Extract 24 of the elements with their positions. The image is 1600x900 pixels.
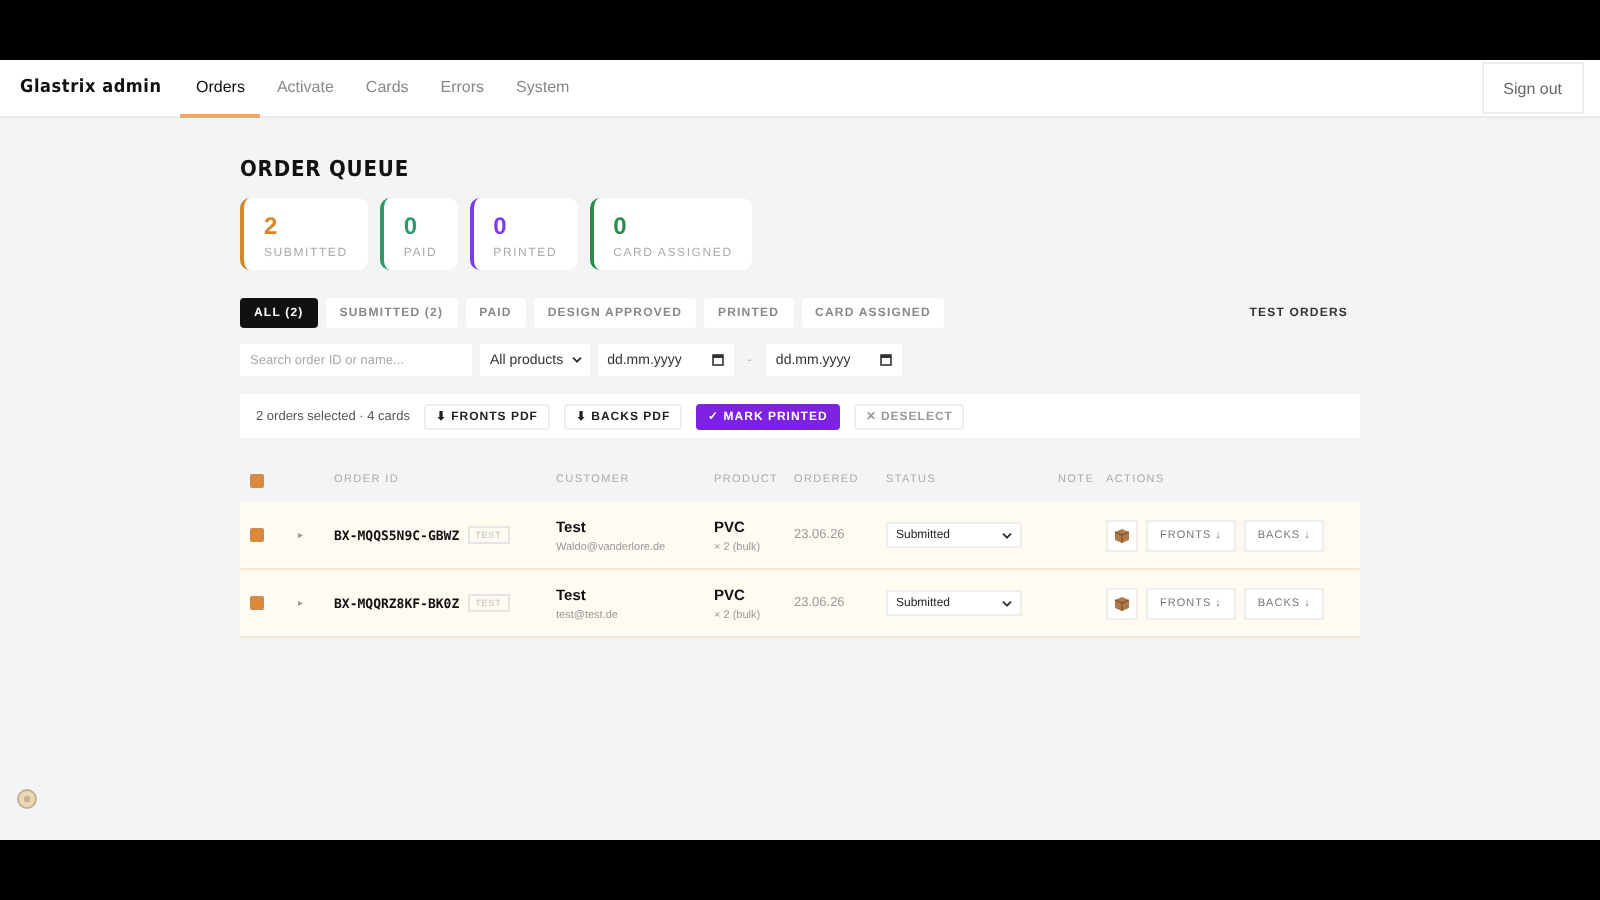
nav-tab[interactable]: Errors xyxy=(424,59,501,117)
calendar-icon xyxy=(711,354,724,366)
chevron-icon xyxy=(571,356,582,364)
nav-tab[interactable]: Activate xyxy=(260,59,350,117)
package-button[interactable] xyxy=(1106,587,1138,619)
app-title: Glastrix admin xyxy=(20,78,164,98)
select-all-checkbox[interactable] xyxy=(250,473,264,487)
sign-out-button[interactable]: Sign out xyxy=(1481,62,1584,114)
chevron-icon xyxy=(1002,599,1012,607)
chevron-icon xyxy=(1002,531,1012,539)
stat-value: 0 xyxy=(613,212,629,240)
row-checkbox[interactable] xyxy=(250,596,264,610)
nav-tab[interactable]: Orders xyxy=(180,59,261,117)
package-button[interactable] xyxy=(1106,519,1138,551)
box-icon xyxy=(1114,595,1130,611)
stat-value: 0 xyxy=(493,212,509,240)
row-checkbox[interactable] xyxy=(250,528,264,542)
stat-value: 2 xyxy=(264,212,280,240)
box-icon xyxy=(1114,527,1130,543)
calendar-icon xyxy=(879,354,892,366)
nav-tab[interactable]: Cards xyxy=(349,59,425,117)
nav-tab[interactable]: System xyxy=(500,59,586,117)
page-title: ORDER QUEUE xyxy=(240,156,411,182)
stat-value: 0 xyxy=(403,212,420,240)
